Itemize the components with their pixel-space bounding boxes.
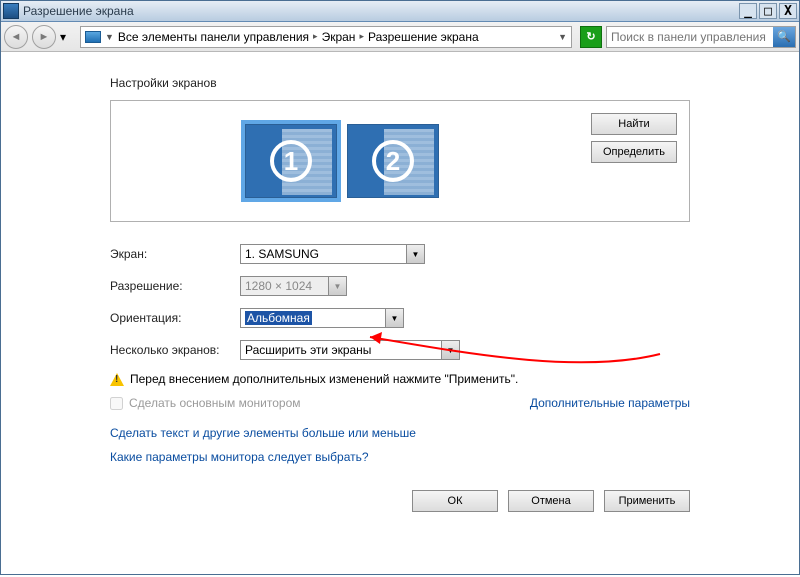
chevron-right-icon: ▸: [359, 31, 364, 42]
close-button[interactable]: X: [779, 3, 797, 19]
monitor-number: 2: [372, 140, 414, 182]
identify-button[interactable]: Определить: [591, 141, 677, 163]
chevron-right-icon: ▸: [313, 31, 318, 42]
primary-checkbox-label: Сделать основным монитором: [129, 396, 301, 410]
resolution-label: Разрешение:: [110, 279, 240, 293]
forward-button[interactable]: ►: [32, 25, 56, 49]
chevron-down-icon: ▼: [441, 341, 459, 359]
page-title: Настройки экранов: [110, 76, 690, 90]
nav-history-dropdown[interactable]: ▾: [60, 30, 72, 44]
search-input[interactable]: [607, 30, 773, 44]
display-arrangement-panel: 1 2 Найти Определить: [110, 100, 690, 222]
apply-warning: Перед внесением дополнительных изменений…: [110, 372, 690, 386]
monitor-1[interactable]: 1: [245, 124, 337, 198]
monitor-number: 1: [270, 140, 312, 182]
monitor-2[interactable]: 2: [347, 124, 439, 198]
maximize-button[interactable]: □: [759, 3, 777, 19]
chevron-down-icon: ▼: [105, 32, 114, 42]
control-panel-icon: [85, 31, 101, 43]
chevron-down-icon: ▼: [385, 309, 403, 327]
multiple-displays-label: Несколько экранов:: [110, 343, 240, 357]
primary-checkbox-input: [110, 397, 123, 410]
minimize-button[interactable]: _: [739, 3, 757, 19]
screen-label: Экран:: [110, 247, 240, 261]
breadcrumb[interactable]: ▼ Все элементы панели управления ▸ Экран…: [80, 26, 572, 48]
orientation-select[interactable]: Альбомная ▼: [240, 308, 404, 328]
chevron-down-icon[interactable]: ▼: [558, 32, 567, 42]
back-button[interactable]: ◄: [4, 25, 28, 49]
display-icon: [3, 3, 19, 19]
cancel-button[interactable]: Отмена: [508, 490, 594, 512]
orientation-label: Ориентация:: [110, 311, 240, 325]
screen-select[interactable]: 1. SAMSUNG ▼: [240, 244, 425, 264]
chevron-down-icon: ▼: [328, 277, 346, 295]
resolution-select[interactable]: 1280 × 1024 ▼: [240, 276, 347, 296]
refresh-button[interactable]: ↻: [580, 26, 602, 48]
chevron-down-icon: ▼: [406, 245, 424, 263]
multiple-displays-select[interactable]: Расширить эти экраны ▼: [240, 340, 460, 360]
search-box[interactable]: 🔍: [606, 26, 796, 48]
breadcrumb-segment[interactable]: Разрешение экрана: [368, 30, 479, 44]
titlebar: Разрешение экрана _ □ X: [0, 0, 800, 22]
breadcrumb-segment[interactable]: Экран: [322, 30, 356, 44]
search-icon[interactable]: 🔍: [773, 27, 795, 47]
breadcrumb-segment[interactable]: Все элементы панели управления: [118, 30, 309, 44]
which-settings-link[interactable]: Какие параметры монитора следует выбрать…: [110, 450, 690, 464]
text-size-link[interactable]: Сделать текст и другие элементы больше и…: [110, 426, 690, 440]
ok-button[interactable]: ОК: [412, 490, 498, 512]
make-primary-checkbox: Сделать основным монитором: [110, 396, 301, 410]
advanced-settings-link[interactable]: Дополнительные параметры: [530, 396, 690, 410]
toolbar: ◄ ► ▾ ▼ Все элементы панели управления ▸…: [0, 22, 800, 52]
apply-button[interactable]: Применить: [604, 490, 690, 512]
window-title: Разрешение экрана: [23, 4, 739, 18]
warning-text: Перед внесением дополнительных изменений…: [130, 372, 518, 386]
warning-icon: [110, 373, 124, 386]
find-button[interactable]: Найти: [591, 113, 677, 135]
